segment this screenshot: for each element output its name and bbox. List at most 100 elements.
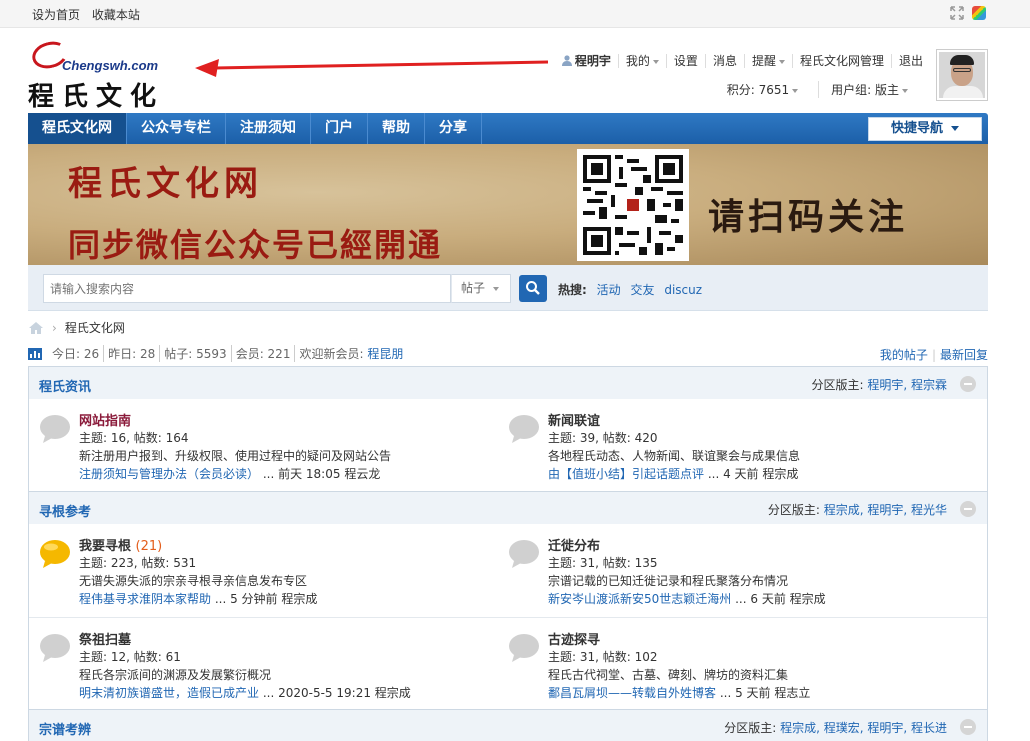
forum-stats-text: 主题: 31, 帖数: 102	[548, 650, 658, 664]
forum-name[interactable]: 古迹探寻	[548, 629, 600, 648]
points-label: 积分: 7651	[726, 83, 790, 97]
collapse-icon[interactable]	[960, 501, 976, 517]
forum-name[interactable]: 迁徙分布	[548, 535, 600, 554]
search-type-select[interactable]: 帖子	[451, 274, 511, 303]
main-nav: 程氏文化网 公众号专栏 注册须知 门户 帮助 分享 快捷导航	[28, 113, 988, 144]
last-post-link[interactable]: 新安岑山渡派新安50世志颖迁海州	[548, 592, 731, 606]
nav-tab-help[interactable]: 帮助	[368, 113, 425, 144]
forum-last-post: 新安岑山渡派新安50世志颖迁海州 ... 6 天前 程宗成	[548, 590, 826, 607]
quick-nav-button[interactable]: 快捷导航	[868, 117, 982, 141]
hot-term-discuz[interactable]: discuz	[664, 283, 702, 297]
section-moderators: 分区版主: 程宗成, 程璞宏, 程明宇, 程长进	[724, 719, 947, 736]
mods-links[interactable]: 程宗成, 程璞宏, 程明宇, 程长进	[780, 721, 947, 735]
forum-stats-text: 主题: 39, 帖数: 420	[548, 431, 658, 445]
last-post-link[interactable]: 由【值班小结】引起话题点评	[548, 467, 704, 481]
chevron-down-icon	[902, 88, 908, 93]
toolbar-icons	[950, 6, 986, 20]
collapse-icon[interactable]	[960, 376, 976, 392]
forum-row: 网站指南 主题: 16, 帖数: 164 新注册用户报到、升级权限、使用过程中的…	[29, 399, 987, 491]
user-group[interactable]: 用户组: 版主	[818, 81, 920, 98]
forum-cell: 古迹探寻 主题: 31, 帖数: 102 程氏古代祠堂、古墓、碑刻、牌坊的资料汇…	[498, 618, 967, 709]
user-group-label: 用户组: 版主	[831, 83, 899, 97]
qr-code-icon	[577, 149, 689, 261]
section-header: 寻根参考 分区版主: 程宗成, 程明宇, 程光华	[29, 491, 987, 524]
home-icon[interactable]	[28, 321, 44, 335]
forum-name[interactable]: 祭祖扫墓	[79, 629, 131, 648]
section-moderators: 分区版主: 程宗成, 程明宇, 程光华	[768, 501, 947, 518]
banner-scan-text: 请扫码关注	[708, 196, 909, 238]
hot-term-friends[interactable]: 交友	[630, 283, 654, 297]
breadcrumb-separator: ›	[52, 320, 57, 335]
red-arrow-icon	[195, 59, 549, 77]
search-type-label: 帖子	[461, 281, 486, 295]
fullscreen-icon[interactable]	[950, 6, 964, 20]
search-input[interactable]	[43, 274, 451, 303]
forum-status-grey-icon	[40, 415, 70, 443]
breadcrumb-current[interactable]: 程氏文化网	[65, 319, 125, 336]
menu-admin[interactable]: 程氏文化网管理	[791, 54, 891, 68]
forum-name[interactable]: 新闻联谊	[548, 410, 600, 429]
user-stats: 积分: 7651 用户组: 版主	[715, 81, 920, 98]
hot-term-activity[interactable]: 活动	[597, 283, 621, 297]
avatar[interactable]	[936, 49, 988, 101]
section-title[interactable]: 程氏资讯	[39, 376, 91, 395]
forum-last-post: 由【值班小结】引起话题点评 ... 4 天前 程宗成	[548, 465, 798, 482]
nav-tab-wechat[interactable]: 公众号专栏	[127, 113, 226, 144]
forum-name[interactable]: 网站指南	[79, 410, 131, 429]
menu-messages[interactable]: 消息	[704, 54, 744, 68]
nav-tab-register-notice[interactable]: 注册须知	[226, 113, 311, 144]
nav-tab-share[interactable]: 分享	[425, 113, 482, 144]
forum-stats-text: 主题: 223, 帖数: 531	[79, 556, 197, 570]
site-logo[interactable]: Chengswh.com 程氏文化	[26, 37, 159, 112]
mods-label: 分区版主:	[767, 503, 820, 517]
section-title[interactable]: 宗谱考辨	[39, 719, 91, 738]
latest-reply-link[interactable]: 最新回复	[940, 348, 988, 362]
section-header: 程氏资讯 分区版主: 程明宇, 程宗霖	[29, 366, 987, 399]
top-toolbar: 设为首页 收藏本站	[0, 0, 1030, 28]
section-moderators: 分区版主: 程明宇, 程宗霖	[811, 376, 947, 393]
forum-cell: 我要寻根 (21) 主题: 223, 帖数: 531 无谱失源失派的宗亲寻根寻亲…	[29, 524, 498, 617]
mods-label: 分区版主:	[724, 721, 777, 735]
mods-links[interactable]: 程明宇, 程宗霖	[867, 378, 947, 392]
menu-settings[interactable]: 设置	[665, 54, 705, 68]
points[interactable]: 积分: 7651	[715, 81, 810, 98]
forum-row: 我要寻根 (21) 主题: 223, 帖数: 531 无谱失源失派的宗亲寻根寻亲…	[29, 524, 987, 617]
forum-last-post: 程伟基寻求淮阴本家帮助 ... 5 分钟前 程宗成	[79, 590, 317, 607]
username-link[interactable]: 程明宇	[555, 54, 618, 68]
last-post-link[interactable]: 程伟基寻求淮阴本家帮助	[79, 592, 211, 606]
set-home-link[interactable]: 设为首页	[32, 8, 80, 22]
search-icon	[526, 281, 540, 295]
forum-status-grey-icon	[40, 634, 70, 662]
username: 程明宇	[574, 54, 611, 68]
mods-label: 分区版主:	[811, 378, 864, 392]
theme-color-icon[interactable]	[972, 6, 986, 20]
forum-desc: 程氏古代祠堂、古墓、碑刻、牌坊的资料汇集	[548, 668, 789, 682]
logo-domain: Chengswh.com	[62, 58, 159, 73]
menu-my[interactable]: 我的	[617, 54, 666, 68]
collapse-icon[interactable]	[960, 719, 976, 735]
nav-tab-portal[interactable]: 门户	[311, 113, 368, 144]
last-post-link[interactable]: 注册须知与管理办法（会员必读）	[79, 467, 259, 481]
banner-line2: 同步微信公众号已經開通	[68, 226, 443, 264]
search-button[interactable]	[519, 275, 547, 302]
post-links: 我的帖子 | 最新回复	[879, 348, 988, 362]
nav-tab-home[interactable]: 程氏文化网	[28, 113, 127, 144]
my-posts-link[interactable]: 我的帖子	[880, 348, 928, 362]
last-post-link[interactable]: 鄱昌瓦屑坝——转载自外姓博客	[548, 686, 716, 700]
newest-member-link[interactable]: 程昆朋	[367, 347, 403, 361]
last-post-meta: ... 5 分钟前 程宗成	[214, 592, 318, 606]
bookmark-link[interactable]: 收藏本站	[92, 8, 140, 22]
forum-desc: 各地程氏动态、人物新闻、联谊聚会与成果信息	[548, 449, 801, 463]
forum-name[interactable]: 我要寻根 (21)	[79, 535, 162, 554]
forum-status-grey-icon	[509, 415, 539, 443]
banner-line1: 程氏文化网	[68, 164, 263, 204]
last-post-meta: ... 5 天前 程志立	[719, 686, 811, 700]
section-title[interactable]: 寻根参考	[39, 501, 91, 520]
breadcrumb: › 程氏文化网	[28, 319, 125, 336]
forum-cell: 新闻联谊 主题: 39, 帖数: 420 各地程氏动态、人物新闻、联谊聚会与成果…	[498, 399, 967, 491]
menu-reminders[interactable]: 提醒	[743, 54, 792, 68]
mods-links[interactable]: 程宗成, 程明宇, 程光华	[824, 503, 947, 517]
wechat-banner[interactable]: 程氏文化网 同步微信公众号已經開通 请扫码关注	[28, 144, 988, 265]
menu-logout[interactable]: 退出	[890, 54, 930, 68]
last-post-link[interactable]: 明末清初族谱盛世，造假已成产业	[79, 686, 259, 700]
